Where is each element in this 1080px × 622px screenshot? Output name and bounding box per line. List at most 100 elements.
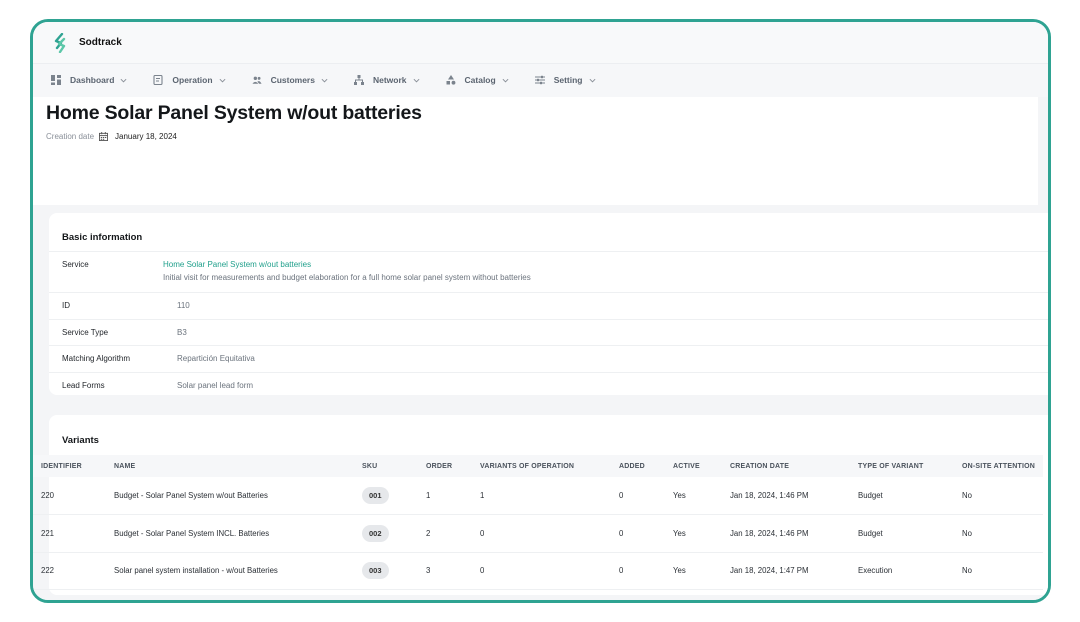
cell-creation-date: Jan 18, 2024, 1:46 PM bbox=[722, 514, 850, 553]
shapes-icon bbox=[446, 75, 455, 85]
column-header[interactable]: SKU bbox=[354, 455, 418, 477]
table-row[interactable]: 221 Budget - Solar Panel System INCL. Ba… bbox=[33, 514, 1043, 553]
chevron-down-icon bbox=[321, 78, 328, 82]
chevron-down-icon bbox=[120, 78, 127, 82]
creation-date: Creation date January 18, 2024 bbox=[46, 132, 1038, 141]
cell-order: 1 bbox=[418, 477, 472, 515]
cell-added: 0 bbox=[611, 477, 665, 515]
info-row-id: ID 110 bbox=[49, 292, 1048, 319]
nav-network-label: Network bbox=[372, 75, 407, 85]
cell-name: Budget - Solar Panel System w/out Batter… bbox=[106, 477, 354, 515]
chevron-down-icon bbox=[413, 78, 419, 82]
column-header[interactable]: VARIANTS OF OPERATION bbox=[472, 455, 611, 477]
cell-identifier: 220 bbox=[33, 477, 106, 515]
cell-active: Yes bbox=[665, 477, 722, 515]
cell-order: 2 bbox=[418, 514, 472, 553]
top-bar: Sodtrack bbox=[33, 22, 1048, 64]
column-header[interactable]: ACTIVE bbox=[665, 455, 722, 477]
chevron-down-icon bbox=[219, 78, 226, 82]
document-icon bbox=[153, 75, 163, 85]
sku-badge: 001 bbox=[362, 487, 389, 504]
nav-catalog-label: Catalog bbox=[464, 75, 496, 85]
cell-on-site-attention: No bbox=[954, 514, 1043, 553]
page-header: Home Solar Panel System w/out batteries … bbox=[33, 97, 1038, 205]
main-nav: Dashboard Operation Customers Network Ca… bbox=[33, 64, 1048, 96]
creation-date-value: January 18, 2024 bbox=[115, 132, 177, 141]
column-header[interactable]: NAME bbox=[106, 455, 354, 477]
service-description: Initial visit for measurements and budge… bbox=[163, 273, 531, 282]
service-link[interactable]: Home Solar Panel System w/out batteries bbox=[163, 260, 531, 269]
cell-added: 0 bbox=[611, 514, 665, 553]
variants-title: Variants bbox=[62, 435, 99, 446]
nav-dashboard-label: Dashboard bbox=[70, 75, 115, 85]
service-label: Service bbox=[62, 260, 89, 269]
info-value: Repartición Equitativa bbox=[177, 354, 255, 364]
column-header[interactable]: ADDED bbox=[611, 455, 665, 477]
info-label: Lead Forms bbox=[62, 380, 105, 390]
cell-on-site-attention: No bbox=[954, 477, 1043, 515]
info-value: B3 bbox=[177, 327, 187, 337]
nav-customers[interactable]: Customers bbox=[251, 75, 328, 85]
column-header[interactable]: IDENTIFIER bbox=[33, 455, 106, 477]
calendar-icon bbox=[99, 132, 109, 141]
cell-creation-date: Jan 18, 2024, 1:47 PM bbox=[722, 552, 850, 590]
column-header[interactable]: TYPE OF VARIANT bbox=[850, 455, 954, 477]
users-icon bbox=[251, 76, 262, 84]
info-row-matching-algorithm: Matching Algorithm Repartición Equitativ… bbox=[49, 345, 1048, 372]
column-header[interactable]: CREATION DATE bbox=[722, 455, 850, 477]
table-row[interactable]: 220 Budget - Solar Panel System w/out Ba… bbox=[33, 477, 1043, 515]
main-content: Home Solar Panel System w/out batteries … bbox=[33, 97, 1048, 600]
cell-variants-of-operation: 0 bbox=[472, 514, 611, 553]
cell-identifier: 222 bbox=[33, 552, 106, 590]
nav-setting-label: Setting bbox=[553, 75, 583, 85]
info-row-service: Service Home Solar Panel System w/out ba… bbox=[49, 251, 1048, 292]
info-row-service-type: Service Type B3 bbox=[49, 318, 1048, 346]
cell-on-site-attention: No bbox=[954, 552, 1043, 590]
nav-setting[interactable]: Setting bbox=[534, 75, 596, 85]
table-row[interactable]: 222 Solar panel system installation - w/… bbox=[33, 552, 1043, 590]
sodtrack-logo-icon[interactable] bbox=[53, 32, 69, 53]
cell-type-of-variant: Budget bbox=[850, 514, 954, 553]
cell-variants-of-operation: 1 bbox=[472, 477, 611, 515]
info-label: ID bbox=[62, 301, 70, 311]
network-icon bbox=[353, 75, 364, 85]
info-label: Service Type bbox=[62, 327, 109, 337]
cell-added: 0 bbox=[611, 552, 665, 590]
sku-badge: 002 bbox=[362, 524, 389, 542]
cell-identifier: 221 bbox=[33, 514, 106, 553]
cell-active: Yes bbox=[665, 514, 722, 553]
sliders-icon bbox=[534, 75, 545, 85]
info-value: Solar panel lead form bbox=[177, 380, 254, 390]
cell-creation-date: Jan 18, 2024, 1:46 PM bbox=[722, 477, 850, 515]
table-header-row: IDENTIFIER NAME SKU ORDER VARIANTS OF OP… bbox=[33, 455, 1043, 477]
column-header[interactable]: ORDER bbox=[418, 455, 472, 477]
info-label: Matching Algorithm bbox=[62, 354, 131, 364]
chevron-down-icon bbox=[502, 78, 509, 82]
sku-badge: 003 bbox=[362, 562, 389, 580]
nav-network[interactable]: Network bbox=[353, 75, 420, 85]
nav-catalog[interactable]: Catalog bbox=[446, 75, 509, 85]
variants-card: Variants IDENTIFIER NAME SKU ORDER VARIA… bbox=[33, 415, 1048, 595]
nav-operation-label: Operation bbox=[172, 75, 213, 85]
variants-table: IDENTIFIER NAME SKU ORDER VARIANTS OF OP… bbox=[33, 455, 1043, 590]
nav-dashboard[interactable]: Dashboard bbox=[51, 75, 127, 85]
cell-type-of-variant: Execution bbox=[850, 552, 954, 590]
cell-variants-of-operation: 0 bbox=[472, 552, 611, 590]
basic-information-title: Basic information bbox=[62, 232, 143, 243]
basic-information-card: Basic information Service Home Solar Pan… bbox=[49, 213, 1048, 395]
cell-name: Budget - Solar Panel System INCL. Batter… bbox=[106, 514, 354, 553]
cell-type-of-variant: Budget bbox=[850, 477, 954, 515]
app-window: Sodtrack Dashboard Operation Customers N… bbox=[30, 19, 1051, 603]
info-value: 110 bbox=[177, 301, 190, 311]
nav-customers-label: Customers bbox=[270, 75, 315, 85]
info-row-lead-forms: Lead Forms Solar panel lead form bbox=[49, 371, 1048, 399]
dashboard-icon bbox=[51, 75, 61, 85]
creation-date-label: Creation date bbox=[46, 132, 95, 141]
brand-name: Sodtrack bbox=[79, 37, 122, 48]
column-header[interactable]: ON-SITE ATTENTION bbox=[954, 455, 1043, 477]
cell-order: 3 bbox=[418, 552, 472, 590]
chevron-down-icon bbox=[589, 78, 595, 82]
nav-operation[interactable]: Operation bbox=[153, 75, 226, 85]
page-title: Home Solar Panel System w/out batteries bbox=[46, 102, 422, 124]
cell-active: Yes bbox=[665, 552, 722, 590]
